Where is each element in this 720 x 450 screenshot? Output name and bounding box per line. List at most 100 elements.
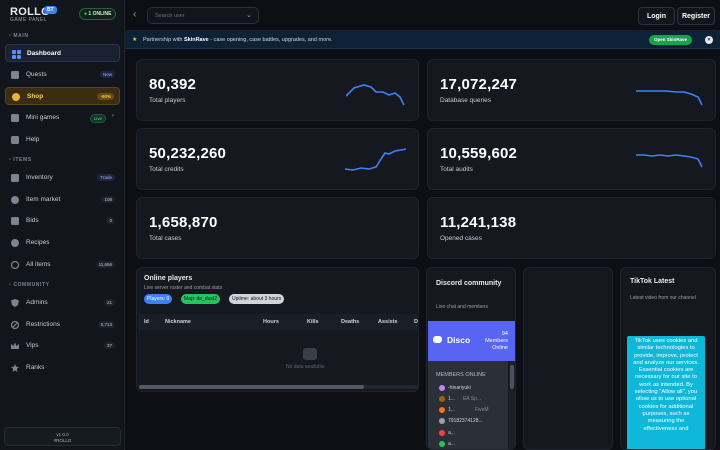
stat-label: Total credits (149, 166, 184, 173)
sidebar-item-recipes[interactable]: Recipes (5, 234, 120, 252)
horizontal-scrollbar[interactable] (139, 385, 418, 389)
member-status: FiveM (474, 407, 489, 413)
section-items: • ITEMS (9, 157, 32, 163)
member-item[interactable]: -hinariyuki (439, 385, 471, 391)
sidebar-item-mini-games[interactable]: Mini games Live › (5, 109, 120, 127)
member-item[interactable]: a... (439, 430, 455, 436)
search-input[interactable]: Search user ⌄ (147, 7, 259, 24)
ban-icon (10, 320, 20, 330)
panel-subtitle: Latest video from our channel (630, 295, 696, 301)
vertical-scrollbar[interactable] (509, 361, 515, 449)
tiktok-panel: TikTok Latest Latest video from our chan… (620, 267, 716, 450)
cookie-notice: TikTok uses cookies and similar technolo… (627, 336, 705, 449)
shield-icon (10, 298, 20, 308)
col-d[interactable]: D (414, 319, 418, 325)
sidebar-item-label: Ranks (26, 364, 45, 371)
crown-icon (10, 341, 20, 351)
login-button[interactable]: Login (638, 7, 675, 25)
col-hours[interactable]: Hours (263, 319, 279, 325)
stat-label: Total audits (440, 166, 473, 173)
member-count: 94 Members Online (474, 331, 508, 352)
chevron-left-icon[interactable]: ‹ (133, 9, 136, 20)
member-item[interactable]: 1... EA Sp... (439, 396, 481, 402)
sidebar: ROLLG GAME PANEL BT ● 1 ONLINE • MAIN Da… (0, 0, 125, 450)
stat-value: 1,658,870 (149, 214, 218, 231)
banner-text: Partnership with SkinRave - case opening… (143, 37, 333, 43)
sidebar-item-label: Item market (26, 196, 61, 203)
avatar (439, 407, 445, 413)
member-item[interactable]: 79182374128... (439, 418, 483, 424)
sidebar-item-vips[interactable]: Vips 37 (5, 337, 120, 355)
scroll-thumb[interactable] (139, 385, 364, 389)
online-badge: ● 1 ONLINE (79, 8, 117, 20)
scroll-thumb[interactable] (510, 365, 514, 389)
rank-icon (10, 363, 20, 373)
uptime-pill: Uptime: about 3 hours (229, 294, 285, 304)
sidebar-item-ranks[interactable]: Ranks (5, 359, 120, 377)
member-name: 79182374128... (448, 418, 483, 424)
stat-card: 50,232,260 Total credits (136, 128, 419, 190)
discord-widget-header[interactable]: Disco 94 Members Online (428, 321, 515, 361)
sidebar-item-label: Dashboard (27, 50, 61, 57)
sidebar-item-inventory[interactable]: Inventory Trade (5, 169, 120, 187)
logo[interactable]: ROLLG GAME PANEL BT (10, 6, 57, 23)
col-nickname[interactable]: Nickname (165, 319, 191, 325)
sidebar-item-label: Bids (26, 217, 39, 224)
panel-title: TikTok Latest (630, 278, 675, 285)
shop-icon (11, 92, 21, 102)
sidebar-item-admins[interactable]: Admins 21 (5, 294, 120, 312)
empty-message: No data available (286, 364, 325, 370)
avatar (439, 441, 445, 447)
sidebar-item-restrictions[interactable]: Restrictions 5,713 (5, 316, 120, 334)
member-name: a... (448, 441, 455, 447)
section-label: ITEMS (13, 157, 32, 163)
stat-label: Opened cases (440, 235, 482, 242)
sparkline (636, 154, 703, 168)
partner-banner: ★ Partnership with SkinRave - case openi… (125, 31, 720, 49)
sidebar-item-all-items[interactable]: All items 11,656 (5, 256, 120, 274)
open-skinrave-button[interactable]: Open SkinRave (649, 35, 693, 45)
tag-icon (10, 195, 20, 205)
col-assists[interactable]: Assists (378, 319, 398, 325)
member-name: 1... (448, 396, 455, 402)
sparkline (636, 90, 703, 106)
live-badge: Live (89, 114, 106, 123)
discord-logo-icon (433, 336, 442, 343)
sidebar-item-label: Admins (26, 299, 48, 306)
players-pill: Players: 0 (144, 294, 173, 304)
sidebar-item-dashboard[interactable]: Dashboard (5, 44, 120, 62)
member-status: EA Sp... (462, 396, 482, 402)
panel-title: Discord community (436, 280, 502, 287)
sidebar-item-shop[interactable]: Shop -90% (5, 87, 120, 105)
recipe-icon (10, 238, 20, 248)
online-count: 1 ONLINE (88, 11, 112, 17)
stat-label: Total players (149, 97, 186, 104)
count-badge: 37 (103, 342, 115, 349)
sidebar-item-bids[interactable]: Bids 0 (5, 212, 120, 230)
count-badge: 108 (101, 196, 115, 203)
sidebar-item-help[interactable]: Help (5, 131, 120, 149)
stat-value: 17,072,247 (440, 76, 518, 93)
online-players-panel: Online players Live server roster and co… (136, 267, 419, 392)
sidebar-item-item-market[interactable]: Item market 108 (5, 191, 120, 209)
member-item[interactable]: a... (439, 441, 455, 447)
section-label: MAIN (13, 33, 29, 39)
close-icon[interactable]: × (705, 36, 713, 44)
brand-sub: GAME PANEL (10, 17, 48, 23)
version-badge: BT (44, 6, 57, 14)
stat-card: 10,559,602 Total audits (427, 128, 716, 190)
stat-value: 11,241,138 (440, 214, 517, 231)
register-button[interactable]: Register (677, 7, 715, 25)
sidebar-item-label: All items (26, 261, 51, 268)
stat-card: 1,658,870 Total cases (136, 197, 419, 259)
stat-label: Database queries (440, 97, 491, 104)
globe-icon (10, 260, 20, 270)
sidebar-item-quests[interactable]: Quests New (5, 66, 120, 84)
search-placeholder: Search user (155, 13, 185, 19)
sidebar-item-label: Restrictions (26, 321, 60, 328)
col-kills[interactable]: Kills (307, 319, 319, 325)
member-item[interactable]: 1... FiveM (439, 407, 489, 413)
col-deaths[interactable]: Deaths (341, 319, 359, 325)
chevron-down-icon: ⌄ (246, 12, 252, 19)
col-id[interactable]: Id (144, 319, 149, 325)
